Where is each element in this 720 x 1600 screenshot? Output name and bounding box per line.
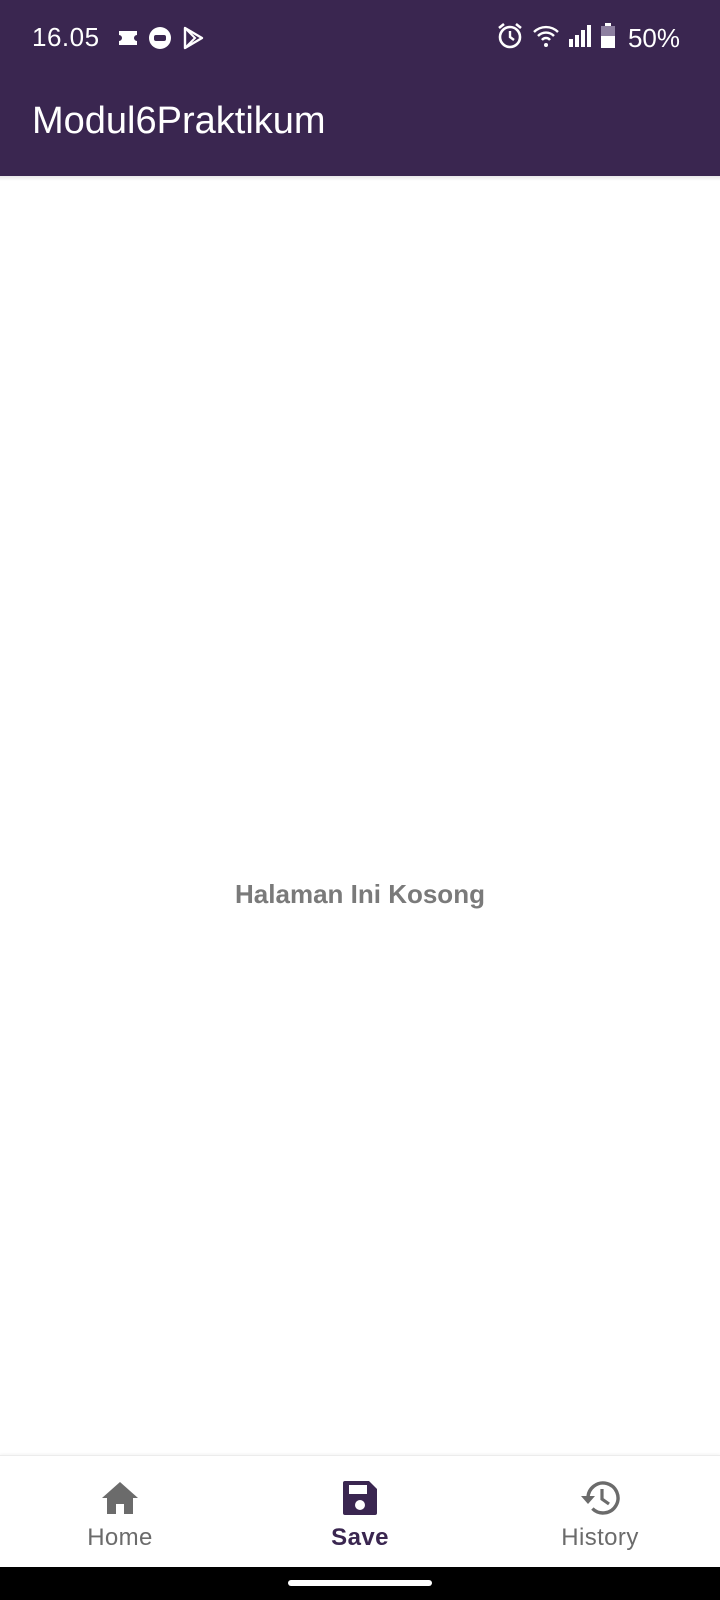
nav-item-history[interactable]: History: [480, 1456, 720, 1567]
play-store-icon: [182, 26, 204, 55]
nav-label-history: History: [561, 1524, 639, 1551]
nav-label-home: Home: [87, 1524, 153, 1551]
bottom-navigation: Home Save History: [0, 1455, 720, 1567]
signal-icon: [568, 24, 592, 53]
nav-item-home[interactable]: Home: [0, 1456, 240, 1567]
save-icon: [338, 1476, 382, 1520]
battery-icon: [600, 23, 616, 54]
home-icon: [98, 1476, 142, 1520]
battery-percentage: 50%: [627, 23, 680, 53]
wifi-icon: [532, 24, 560, 53]
nav-label-save: Save: [331, 1524, 389, 1551]
notification-chat-icon: [148, 26, 172, 55]
status-notification-icons: [118, 26, 204, 55]
gesture-handle[interactable]: [288, 1580, 432, 1586]
status-system-icons: 50%: [496, 22, 680, 55]
history-icon: [578, 1476, 622, 1520]
main-content: Halaman Ini Kosong: [0, 181, 720, 1455]
system-navigation-bar: [0, 1567, 720, 1600]
alarm-icon: [496, 22, 524, 55]
status-time: 16.05: [32, 22, 100, 52]
empty-state-message: Halaman Ini Kosong: [235, 879, 485, 909]
notification-ticket-icon: [118, 29, 138, 52]
app-title: Modul6Praktikum: [32, 100, 326, 142]
status-bar: 16.05 50%: [0, 0, 720, 80]
app-bar: Modul6Praktikum: [0, 80, 720, 176]
nav-item-save[interactable]: Save: [240, 1456, 480, 1567]
